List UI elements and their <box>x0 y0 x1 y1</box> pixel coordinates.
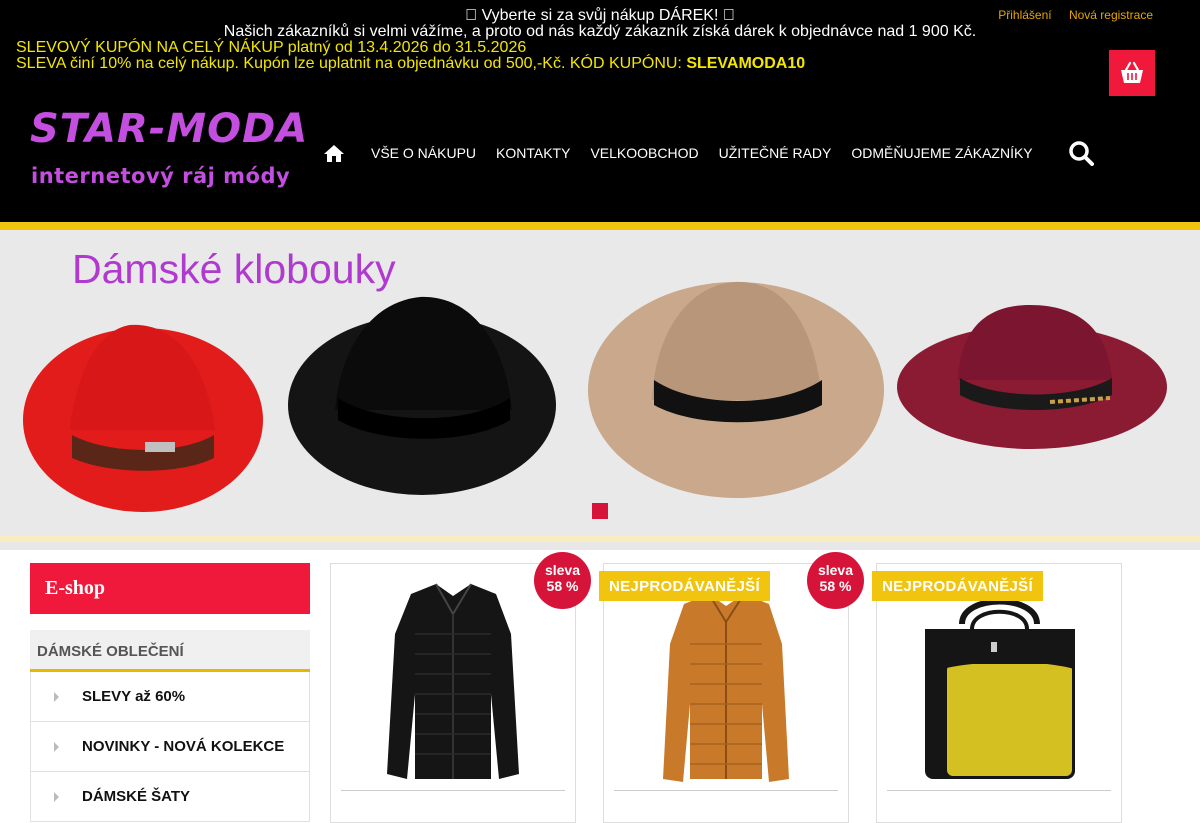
hats-illustration <box>23 281 1167 512</box>
register-link[interactable]: Nová registrace <box>1069 8 1153 22</box>
site-header:   Vyberte si za svůj nákup DÁREK!   Naši… <box>0 0 1200 222</box>
black-hat <box>288 296 556 495</box>
product-card[interactable] <box>603 563 849 823</box>
tan-hat <box>588 281 884 498</box>
coupon-text: SLEVA činí 10% na celý nákup. Kupón lze … <box>16 55 687 72</box>
burgundy-hat <box>897 305 1167 449</box>
nav-item-contacts[interactable]: KONTAKTY <box>496 145 570 161</box>
caret-right-icon <box>54 791 59 802</box>
sale-value: 58 % <box>819 578 852 594</box>
account-links: Přihlášení Nová registrace <box>984 8 1153 22</box>
nav-item-about-shopping[interactable]: VŠE O NÁKUPU <box>371 145 476 161</box>
coupon-code: SLEVAMODA10 <box>686 55 806 72</box>
login-link[interactable]: Přihlášení <box>998 8 1051 22</box>
sale-value: 58 % <box>546 578 579 594</box>
red-hat <box>23 324 263 512</box>
section-separator <box>0 542 1200 550</box>
hero-banner[interactable]: Dámské klobouky <box>0 230 1200 536</box>
sidebar-item-label: SLEVY až 60% <box>82 688 186 705</box>
slider-dot-active[interactable] <box>592 503 608 519</box>
cart-button[interactable] <box>1109 50 1155 96</box>
bestseller-badge: NEJPRODÁVANĚJŠÍ <box>599 571 770 601</box>
caret-right-icon <box>54 741 59 752</box>
product-image-yellow-handbag[interactable] <box>887 574 1111 789</box>
sidebar-item-label: NOVINKY - NOVÁ KOLEKCE <box>82 738 285 755</box>
sale-label: sleva <box>817 562 854 578</box>
card-divider <box>341 790 565 791</box>
main-navigation: VŠE O NÁKUPU KONTAKTY VELKOOBCHOD UŽITEČ… <box>323 138 1053 168</box>
search-icon[interactable] <box>1068 140 1094 166</box>
product-card[interactable] <box>876 563 1122 823</box>
card-divider <box>887 790 1111 791</box>
sale-badge: sleva 58 % <box>807 552 864 609</box>
sidebar-item-sale[interactable]: SLEVY až 60% <box>30 672 310 722</box>
category-heading[interactable]: DÁMSKÉ OBLEČENÍ <box>30 630 310 672</box>
card-divider <box>614 790 838 791</box>
eshop-heading: E-shop <box>30 563 310 614</box>
nav-item-wholesale[interactable]: VELKOOBCHOD <box>590 145 698 161</box>
nav-item-rewards[interactable]: ODMĚŇUJEME ZÁKAZNÍKY <box>851 145 1032 161</box>
caret-right-icon <box>54 691 59 702</box>
coupon-details: SLEVA činí 10% na celý nákup. Kupón lze … <box>16 55 805 73</box>
logo-title: STAR-MODA <box>30 106 309 152</box>
sidebar-item-label: DÁMSKÉ ŠATY <box>82 788 191 805</box>
home-icon[interactable] <box>323 142 345 164</box>
basket-icon <box>1121 61 1143 83</box>
bestseller-badge: NEJPRODÁVANĚJŠÍ <box>872 571 1043 601</box>
product-image-black-jacket[interactable] <box>341 574 565 789</box>
product-card[interactable] <box>330 563 576 823</box>
product-image-orange-jacket[interactable] <box>614 574 838 789</box>
nav-item-useful-tips[interactable]: UŽITEČNÉ RADY <box>719 145 832 161</box>
sale-badge: sleva 58 % <box>534 552 591 609</box>
site-logo[interactable]: STAR-MODA internetový ráj módy <box>30 106 320 198</box>
sidebar-item-dresses[interactable]: DÁMSKÉ ŠATY <box>30 772 310 822</box>
sidebar-item-new-collection[interactable]: NOVINKY - NOVÁ KOLEKCE <box>30 722 310 772</box>
header-divider <box>0 222 1200 230</box>
logo-subtitle: internetový ráj módy <box>31 164 291 188</box>
sale-label: sleva <box>544 562 581 578</box>
